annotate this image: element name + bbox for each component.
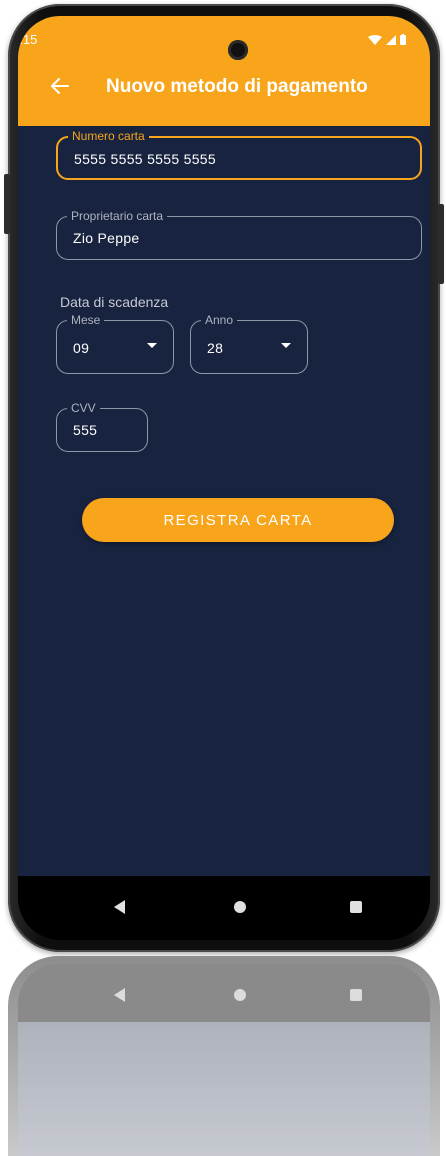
power-button bbox=[4, 174, 10, 234]
phone-frame: 3:15 Nuovo metodo di pagamento Numero ca… bbox=[4, 4, 444, 952]
app-screen: 3:15 Nuovo metodo di pagamento Numero ca… bbox=[18, 16, 430, 940]
year-label: Anno bbox=[201, 312, 238, 328]
reflection-screen bbox=[18, 964, 430, 1156]
reflected-recents-icon bbox=[350, 989, 362, 1001]
card-number-label: Numero carta bbox=[68, 128, 149, 144]
signal-icon bbox=[386, 34, 396, 45]
status-bar: 3:15 bbox=[18, 30, 430, 52]
year-select[interactable]: Anno 28 bbox=[190, 312, 308, 374]
arrow-left-icon bbox=[51, 78, 69, 94]
card-number-field[interactable]: Numero carta 5555 5555 5555 5555 bbox=[56, 128, 422, 180]
cvv-value: 555 bbox=[73, 422, 98, 438]
app-bar: 3:15 Nuovo metodo di pagamento bbox=[18, 16, 430, 126]
month-label: Mese bbox=[67, 312, 105, 328]
nav-recents-icon[interactable] bbox=[350, 901, 362, 913]
card-owner-label: Proprietario carta bbox=[67, 208, 168, 224]
back-button[interactable] bbox=[46, 72, 74, 100]
month-select[interactable]: Mese 09 bbox=[56, 312, 174, 374]
status-time: 3:15 bbox=[18, 32, 38, 47]
card-number-value: 5555 5555 5555 5555 bbox=[74, 151, 216, 167]
system-nav-bar bbox=[18, 876, 430, 940]
volume-button bbox=[438, 204, 444, 284]
status-icons bbox=[368, 34, 406, 45]
wifi-icon bbox=[368, 34, 382, 45]
front-camera bbox=[228, 40, 248, 60]
nav-home-icon[interactable] bbox=[234, 901, 246, 913]
phone-reflection bbox=[8, 956, 440, 1156]
battery-icon bbox=[400, 34, 406, 45]
register-card-button[interactable]: REGISTRA CARTA bbox=[82, 498, 394, 542]
year-value: 28 bbox=[207, 340, 224, 356]
chevron-down-icon bbox=[147, 343, 157, 348]
reflected-home-icon bbox=[234, 989, 246, 1001]
chevron-down-icon bbox=[281, 343, 291, 348]
cvv-label: CVV bbox=[67, 400, 100, 416]
expiry-section-label: Data di scadenza bbox=[60, 294, 169, 310]
card-owner-value: Zio Peppe bbox=[73, 230, 140, 246]
card-owner-field[interactable]: Proprietario carta Zio Peppe bbox=[56, 208, 422, 260]
page-title: Nuovo metodo di pagamento bbox=[106, 76, 368, 97]
month-value: 09 bbox=[73, 340, 90, 356]
nav-back-icon[interactable] bbox=[114, 900, 125, 914]
reflected-back-icon bbox=[114, 988, 125, 1002]
cvv-field[interactable]: CVV 555 bbox=[56, 400, 148, 452]
